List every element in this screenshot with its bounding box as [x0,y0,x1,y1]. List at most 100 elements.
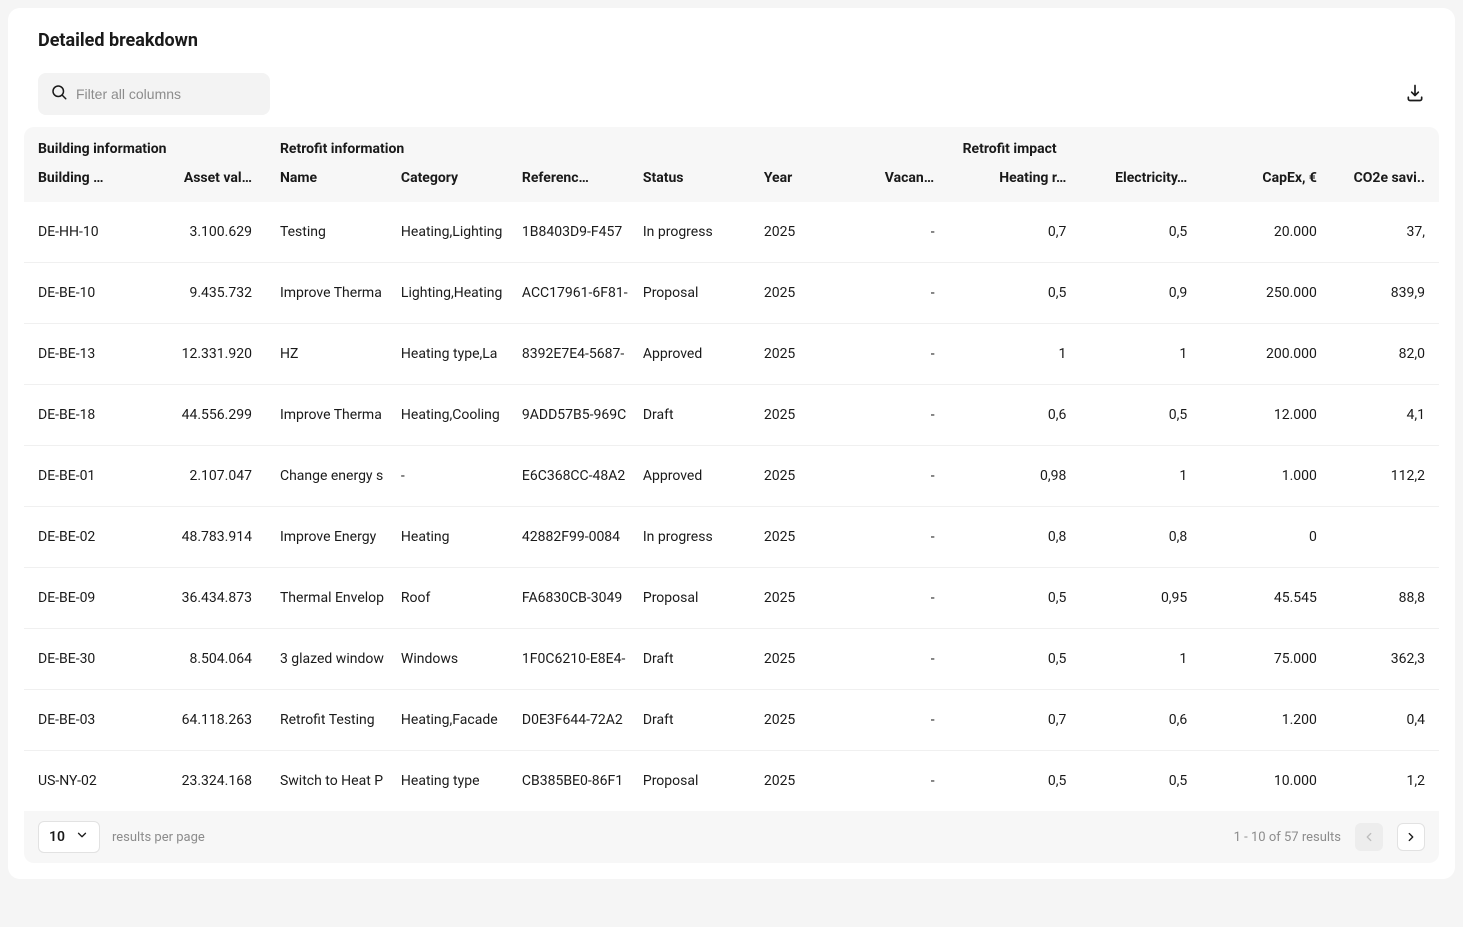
breakdown-table: Building information Retrofit informatio… [24,127,1439,811]
table-row[interactable]: US-NY-0223.324.168Switch to Heat PHeatin… [24,751,1439,812]
cell-co2: 1,2 [1331,751,1439,812]
cell-status: Draft [629,690,750,751]
cell-name: Thermal Envelop [266,568,387,629]
cell-vacancy: - [871,690,949,751]
cell-category: Heating [387,507,508,568]
column-header-row: Building … Asset val… Name Category Refe… [24,165,1439,202]
cell-asset: 44.556.299 [145,385,266,446]
cell-category: Heating type,La [387,324,508,385]
cell-heating: 0,7 [949,202,1081,263]
cell-category: Heating type [387,751,508,812]
cell-co2 [1331,507,1439,568]
cell-name: Switch to Heat P [266,751,387,812]
search-field-wrapper[interactable] [38,73,270,115]
cell-co2: 112,2 [1331,446,1439,507]
cell-year: 2025 [750,568,871,629]
cell-heating: 0,5 [949,568,1081,629]
cell-vacancy: - [871,507,949,568]
col-co2[interactable]: CO2e savi.. [1331,165,1439,202]
cell-year: 2025 [750,385,871,446]
cell-reference: 9ADD57B5-969C [508,385,629,446]
col-building[interactable]: Building … [24,165,145,202]
page-size-select[interactable]: 10 [38,821,100,853]
cell-co2: 4,1 [1331,385,1439,446]
cell-reference: 1F0C6210-E8E4- [508,629,629,690]
cell-heating: 1 [949,324,1081,385]
cell-electricity: 0,5 [1080,202,1201,263]
chevron-down-icon [75,828,89,846]
cell-asset: 36.434.873 [145,568,266,629]
cell-status: In progress [629,202,750,263]
cell-status: Proposal [629,568,750,629]
cell-heating: 0,98 [949,446,1081,507]
cell-vacancy: - [871,446,949,507]
cell-asset: 2.107.047 [145,446,266,507]
table-row[interactable]: DE-BE-0936.434.873Thermal EnvelopRoofFA6… [24,568,1439,629]
cell-vacancy: - [871,629,949,690]
search-input[interactable] [76,86,258,102]
table-row[interactable]: DE-HH-103.100.629TestingHeating,Lighting… [24,202,1439,263]
table-row[interactable]: DE-BE-1844.556.299Improve ThermaHeating,… [24,385,1439,446]
cell-year: 2025 [750,263,871,324]
cell-heating: 0,5 [949,751,1081,812]
cell-asset: 12.331.920 [145,324,266,385]
cell-asset: 23.324.168 [145,751,266,812]
cell-name: Change energy s [266,446,387,507]
cell-vacancy: - [871,385,949,446]
cell-co2: 839,9 [1331,263,1439,324]
table-row[interactable]: DE-BE-1312.331.920HZHeating type,La8392E… [24,324,1439,385]
cell-reference: 8392E7E4-5687- [508,324,629,385]
cell-capex: 12.000 [1201,385,1331,446]
cell-capex: 200.000 [1201,324,1331,385]
col-category[interactable]: Category [387,165,508,202]
cell-reference: E6C368CC-48A2 [508,446,629,507]
cell-heating: 0,8 [949,507,1081,568]
results-per-page-label: results per page [112,830,205,845]
cell-year: 2025 [750,507,871,568]
cell-reference: ACC17961-6F81- [508,263,629,324]
cell-heating: 0,5 [949,629,1081,690]
group-header-row: Building information Retrofit informatio… [24,127,1439,165]
col-name[interactable]: Name [266,165,387,202]
cell-status: Draft [629,629,750,690]
cell-electricity: 1 [1080,446,1201,507]
cell-category: Lighting,Heating [387,263,508,324]
table-row[interactable]: DE-BE-0248.783.914Improve EnergyHeating4… [24,507,1439,568]
cell-category: Heating,Lighting [387,202,508,263]
table-row[interactable]: DE-BE-012.107.047Change energy s-E6C368C… [24,446,1439,507]
col-year[interactable]: Year [750,165,871,202]
cell-co2: 0,4 [1331,690,1439,751]
cell-building: DE-BE-10 [24,263,145,324]
col-capex[interactable]: CapEx, € [1201,165,1331,202]
table-row[interactable]: DE-BE-308.504.0643 glazed windowWindows1… [24,629,1439,690]
cell-building: US-NY-02 [24,751,145,812]
cell-vacancy: - [871,568,949,629]
cell-co2: 37, [1331,202,1439,263]
table-row[interactable]: DE-BE-109.435.732Improve ThermaLighting,… [24,263,1439,324]
table-row[interactable]: DE-BE-0364.118.263Retrofit TestingHeatin… [24,690,1439,751]
cell-status: Approved [629,324,750,385]
download-button[interactable] [1399,77,1431,112]
cell-name: Improve Therma [266,385,387,446]
cell-category: Roof [387,568,508,629]
cell-status: Draft [629,385,750,446]
cell-year: 2025 [750,202,871,263]
col-heating[interactable]: Heating r… [949,165,1081,202]
page-title: Detailed breakdown [38,30,1439,51]
results-range: 1 - 10 of 57 results [1234,830,1341,845]
cell-capex: 250.000 [1201,263,1331,324]
cell-asset: 3.100.629 [145,202,266,263]
cell-asset: 64.118.263 [145,690,266,751]
col-asset[interactable]: Asset val… [145,165,266,202]
page-size-value: 10 [49,829,65,845]
col-reference[interactable]: Referenc… [508,165,629,202]
col-electricity[interactable]: Electricity… [1080,165,1201,202]
col-vacancy[interactable]: Vacancy … [871,165,949,202]
col-status[interactable]: Status [629,165,750,202]
footer-right: 1 - 10 of 57 results [1234,823,1425,851]
cell-co2: 88,8 [1331,568,1439,629]
cell-name: Improve Therma [266,263,387,324]
next-page-button[interactable] [1397,823,1425,851]
cell-building: DE-BE-02 [24,507,145,568]
cell-year: 2025 [750,324,871,385]
